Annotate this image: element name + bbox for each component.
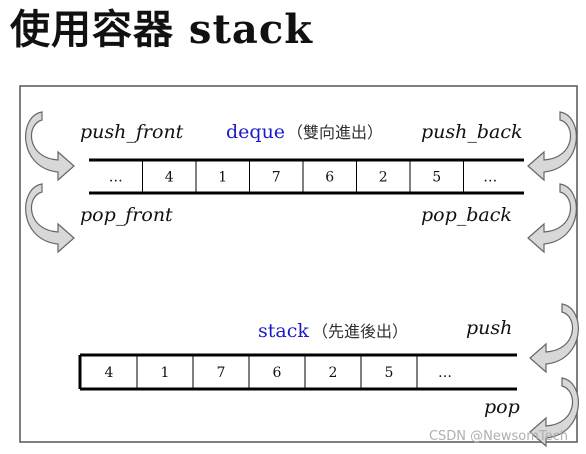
deque-cell: 4 [165,170,174,186]
stack-cell: 7 [217,365,226,381]
stack-title: stack [258,320,309,342]
deque-cell: … [109,170,123,186]
watermark: CSDN @NewsomTech [428,429,568,444]
pop-front-label: pop_front [80,204,173,226]
pop-label: pop [484,396,520,418]
stack-cell: … [438,365,452,381]
diagram: deque （雙向進出） push_front push_back pop_fr… [19,85,579,447]
stack-cell: 6 [273,365,282,381]
stack-cell: 1 [161,365,170,381]
push-label: push [466,317,512,339]
deque-cell: 2 [379,170,388,186]
stack-cell: 5 [385,365,394,381]
deque-cell: 1 [218,170,227,186]
page: 使用容器 stack deque （雙向進出） push_front push_… [0,0,586,454]
pop-back-label: pop_back [421,204,512,226]
deque-cell: … [483,170,497,186]
stack-cell: 4 [105,365,114,381]
deque-cell: 7 [272,170,281,186]
deque-title: deque [226,121,285,143]
push-back-label: push_back [421,121,523,143]
deque-cell: 5 [432,170,441,186]
deque-cell: 6 [325,170,334,186]
push-front-label: push_front [80,121,184,143]
stack-cell: 2 [329,365,338,381]
deque-title-note: （雙向進出） [287,123,383,142]
stack-title-note: （先進後出） [312,322,408,341]
